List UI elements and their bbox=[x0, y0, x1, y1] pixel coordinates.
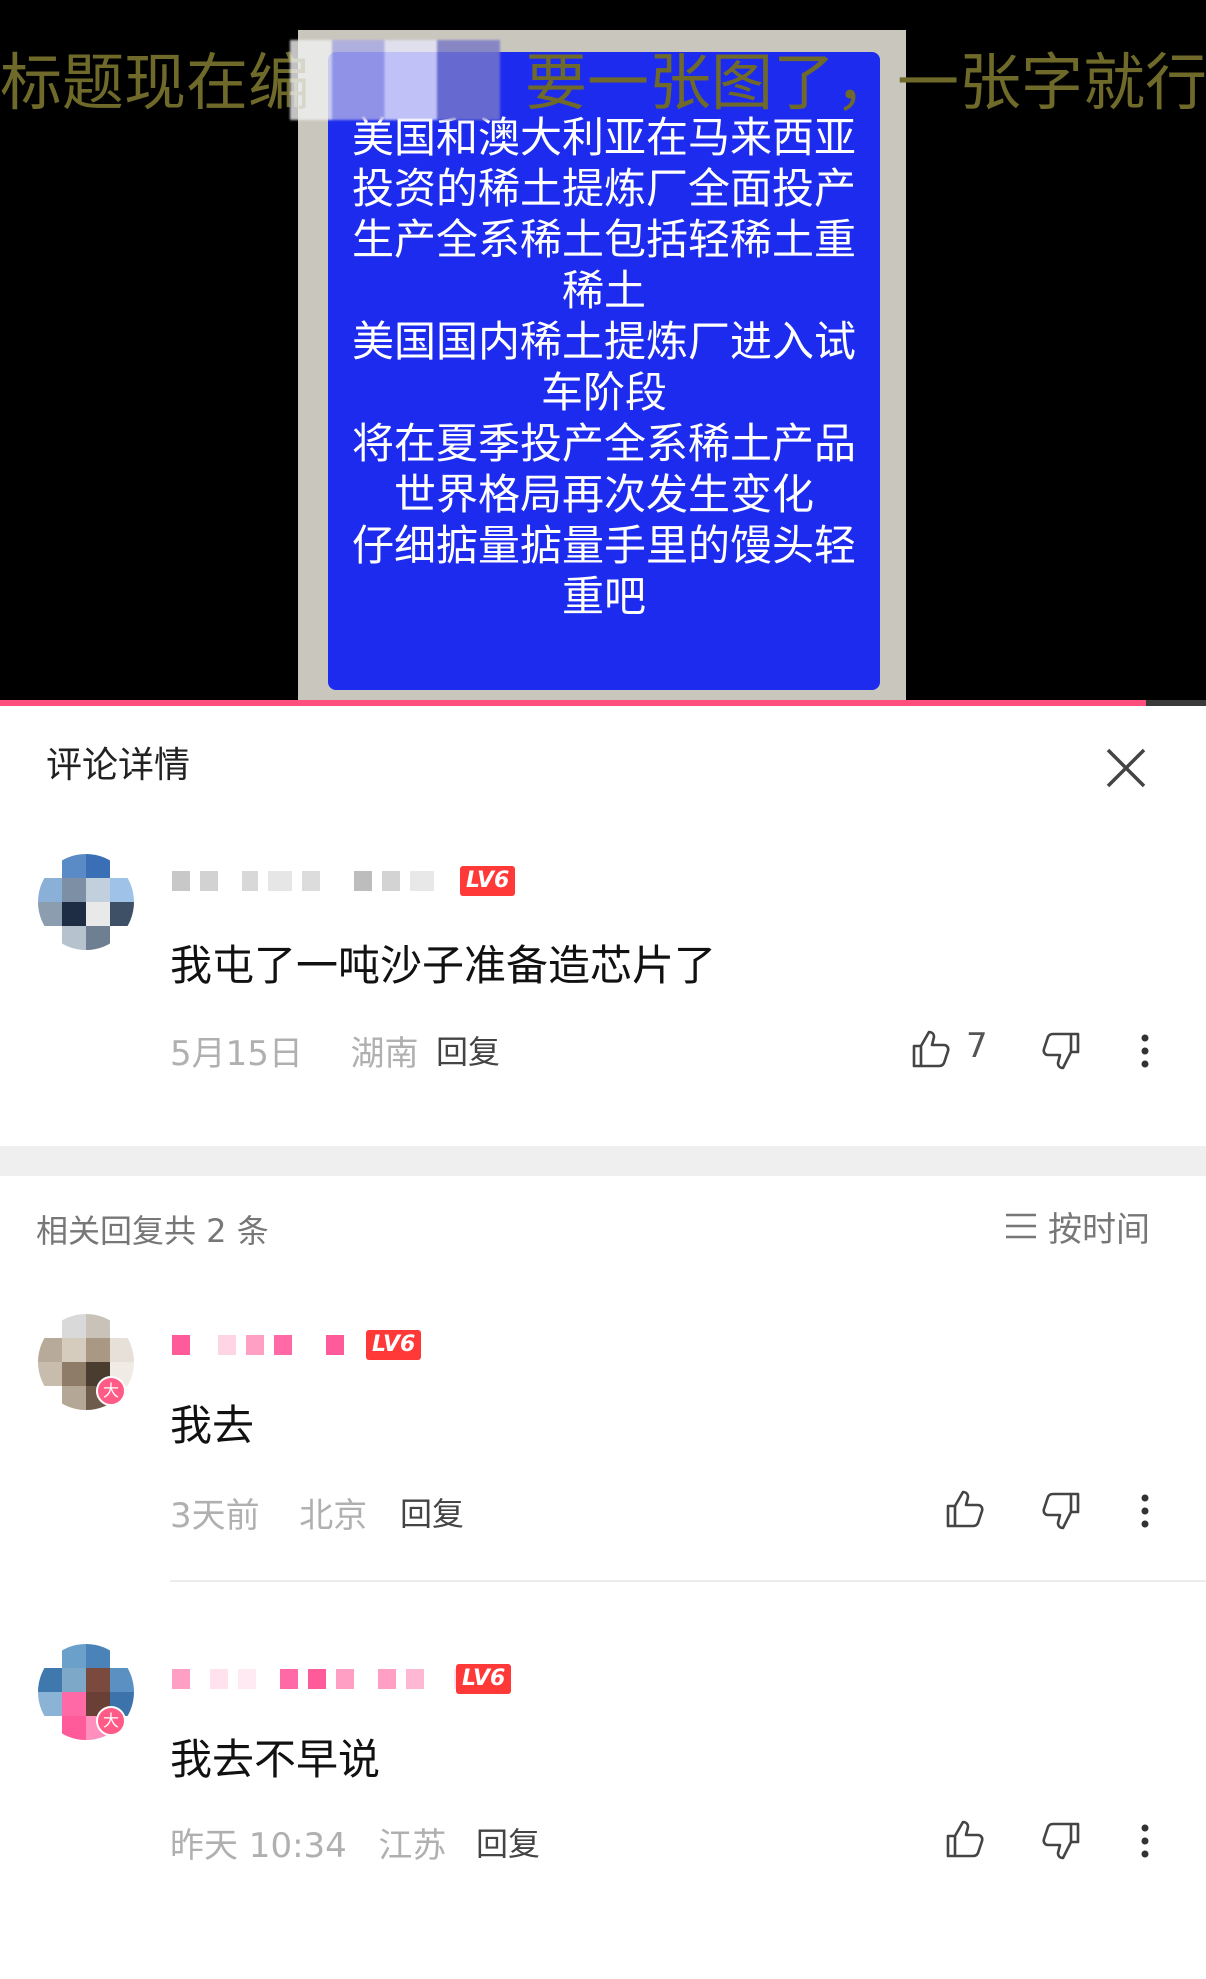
menu-lines-icon bbox=[1006, 1213, 1036, 1239]
section-separator bbox=[0, 1146, 1206, 1176]
progress-fill bbox=[0, 700, 1146, 706]
reply-item: 大 LV6 我去不早说 昨天 10:34 江苏 回复 bbox=[0, 1640, 1206, 1880]
caption-tail: 要一张图了，一张字就行了何 bbox=[525, 46, 1206, 119]
comment-location: 江苏 bbox=[378, 1826, 447, 1866]
thumbs-up-icon bbox=[946, 1820, 984, 1858]
more-options-button[interactable] bbox=[1122, 1488, 1168, 1534]
comment-date: 3天前 bbox=[170, 1496, 260, 1536]
video-caption: 标题现在编 要一张图了，一张字就行了何 bbox=[0, 38, 1206, 128]
screen-line: 美国国内稀土提炼厂进入试 bbox=[351, 317, 856, 366]
screen-line: 投资的稀土提炼厂全面投产 bbox=[351, 164, 856, 213]
comment-location: 北京 bbox=[299, 1496, 368, 1536]
vip-badge: 大 bbox=[96, 1706, 126, 1736]
username-masked[interactable] bbox=[172, 1334, 344, 1356]
reply-item: 大 LV6 我去 3天前 北京 回复 bbox=[0, 1310, 1206, 1540]
comment-panel: 评论详情 LV6 我屯了一吨沙子准备造芯片了 5月15日 湖南 回复 7 相关回… bbox=[0, 706, 1206, 1979]
level-badge: LV6 bbox=[456, 1664, 512, 1694]
sort-by-time-button[interactable]: 按时间 bbox=[1004, 1204, 1150, 1250]
screen-line: 仔细掂量掂量手里的馒头轻 bbox=[351, 521, 856, 570]
screen-line: 稀土 bbox=[561, 266, 646, 315]
thumbs-down-icon bbox=[1042, 1822, 1080, 1860]
comment-meta: 昨天 10:34 江苏 bbox=[170, 1818, 446, 1867]
level-badge: LV6 bbox=[460, 866, 516, 896]
reply-divider bbox=[170, 1580, 1206, 1582]
more-dots-icon bbox=[1141, 1034, 1149, 1068]
like-count: 7 bbox=[966, 1026, 988, 1066]
video-progress-bar[interactable] bbox=[0, 700, 1206, 706]
comment-date: 昨天 10:34 bbox=[170, 1826, 347, 1866]
screen-line: 车阶段 bbox=[540, 368, 667, 417]
thumbs-down-icon bbox=[1042, 1032, 1080, 1070]
like-button[interactable] bbox=[908, 1026, 954, 1072]
thumbs-down-icon bbox=[1042, 1492, 1080, 1530]
more-options-button[interactable] bbox=[1122, 1818, 1168, 1864]
blue-screen-image: 美国和澳大利亚在马来西亚 投资的稀土提炼厂全面投产 生产全系稀土包括轻稀土重 稀… bbox=[328, 52, 880, 690]
thumbs-up-icon bbox=[912, 1030, 950, 1068]
more-options-button[interactable] bbox=[1122, 1028, 1168, 1074]
screen-line: 生产全系稀土包括轻稀土重 bbox=[351, 215, 856, 264]
comment-meta: 5月15日 湖南 bbox=[170, 1026, 419, 1075]
like-button[interactable] bbox=[942, 1486, 988, 1532]
dislike-button[interactable] bbox=[1038, 1818, 1084, 1864]
close-icon bbox=[1106, 748, 1146, 788]
screen-line: 将在夏季投产全系稀土产品 bbox=[351, 419, 856, 468]
screen-line: 世界格局再次发生变化 bbox=[393, 470, 814, 519]
reply-button[interactable]: 回复 bbox=[476, 1819, 540, 1865]
more-dots-icon bbox=[1141, 1494, 1149, 1528]
panel-title: 评论详情 bbox=[46, 745, 191, 786]
comment-location: 湖南 bbox=[350, 1034, 419, 1074]
avatar[interactable] bbox=[38, 854, 134, 950]
more-dots-icon bbox=[1141, 1824, 1149, 1858]
comment-text[interactable]: 我屯了一吨沙子准备造芯片了 bbox=[170, 932, 716, 993]
like-button[interactable] bbox=[942, 1816, 988, 1862]
thumbs-up-icon bbox=[946, 1490, 984, 1528]
caption-mosaic bbox=[290, 40, 500, 120]
caption-head: 标题现在编 bbox=[0, 46, 311, 119]
sort-label: 按时间 bbox=[1048, 1209, 1150, 1250]
dislike-button[interactable] bbox=[1038, 1488, 1084, 1534]
main-comment: LV6 我屯了一吨沙子准备造芯片了 5月15日 湖南 回复 7 bbox=[0, 846, 1206, 1076]
close-button[interactable] bbox=[1096, 738, 1156, 798]
dislike-button[interactable] bbox=[1038, 1028, 1084, 1074]
comment-text[interactable]: 我去 bbox=[170, 1392, 254, 1453]
comment-text[interactable]: 我去不早说 bbox=[170, 1726, 380, 1787]
comment-meta: 3天前 北京 bbox=[170, 1488, 367, 1537]
comment-date: 5月15日 bbox=[170, 1034, 303, 1074]
reply-button[interactable]: 回复 bbox=[436, 1027, 500, 1073]
reply-button[interactable]: 回复 bbox=[400, 1489, 464, 1535]
level-badge: LV6 bbox=[366, 1330, 422, 1360]
screen-line: 重吧 bbox=[561, 572, 646, 621]
username-masked[interactable] bbox=[172, 870, 434, 892]
replies-count: 相关回复共 2 条 bbox=[36, 1212, 269, 1250]
username-masked[interactable] bbox=[172, 1668, 468, 1690]
video-player[interactable]: 美国和澳大利亚在马来西亚 投资的稀土提炼厂全面投产 生产全系稀土包括轻稀土重 稀… bbox=[0, 0, 1206, 706]
vip-badge: 大 bbox=[96, 1376, 126, 1406]
panel-header: 评论详情 bbox=[0, 706, 1206, 816]
